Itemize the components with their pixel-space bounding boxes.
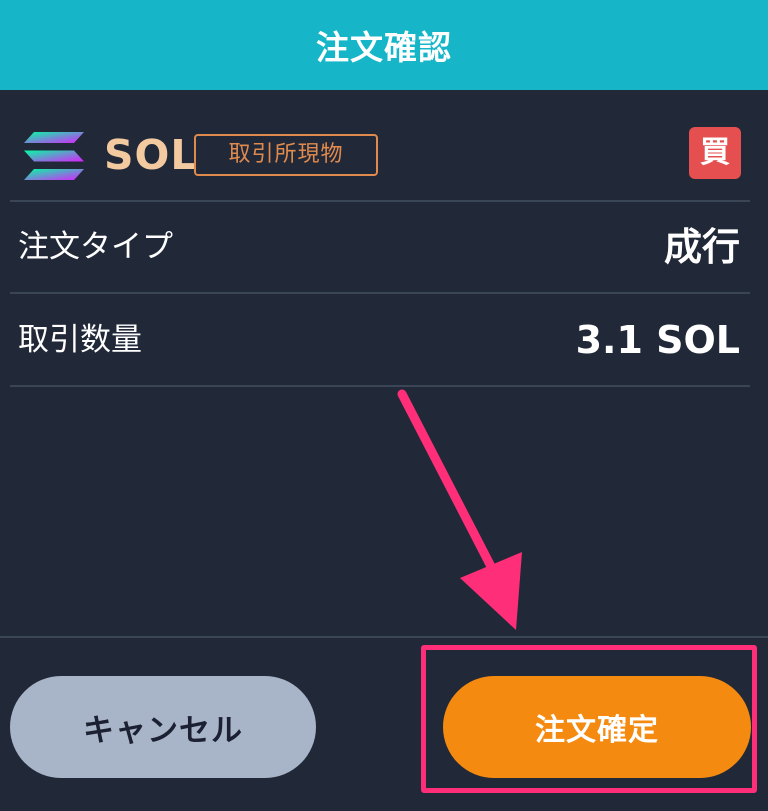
quantity-row: 取引数量 3.1 SOL (10, 295, 750, 387)
order-type-label: 注文タイプ (18, 229, 173, 265)
market-type-badge: 取引所現物 (194, 134, 378, 176)
solana-logo-icon (24, 132, 84, 180)
buy-side-badge: 買 (689, 127, 741, 179)
asset-symbol: SOL (104, 131, 198, 179)
pointer-arrow-icon (397, 389, 522, 630)
page-title: 注文確認 (316, 28, 452, 67)
order-type-value: 成行 (663, 225, 740, 269)
header-bar: 注文確認 (0, 0, 768, 90)
quantity-value: 3.1 SOL (575, 318, 740, 362)
order-confirm-screen: 注文確認 SOL 取引所現物 買 注文タイプ 成行 取引数量 3.1 SOL キ… (0, 0, 768, 811)
order-type-row: 注文タイプ 成行 (10, 202, 750, 294)
footer-divider (0, 636, 768, 638)
quantity-label: 取引数量 (18, 322, 142, 358)
cancel-button[interactable]: キャンセル (10, 676, 316, 778)
asset-row: SOL 取引所現物 買 (10, 112, 750, 202)
confirm-order-button[interactable]: 注文確定 (443, 676, 751, 778)
